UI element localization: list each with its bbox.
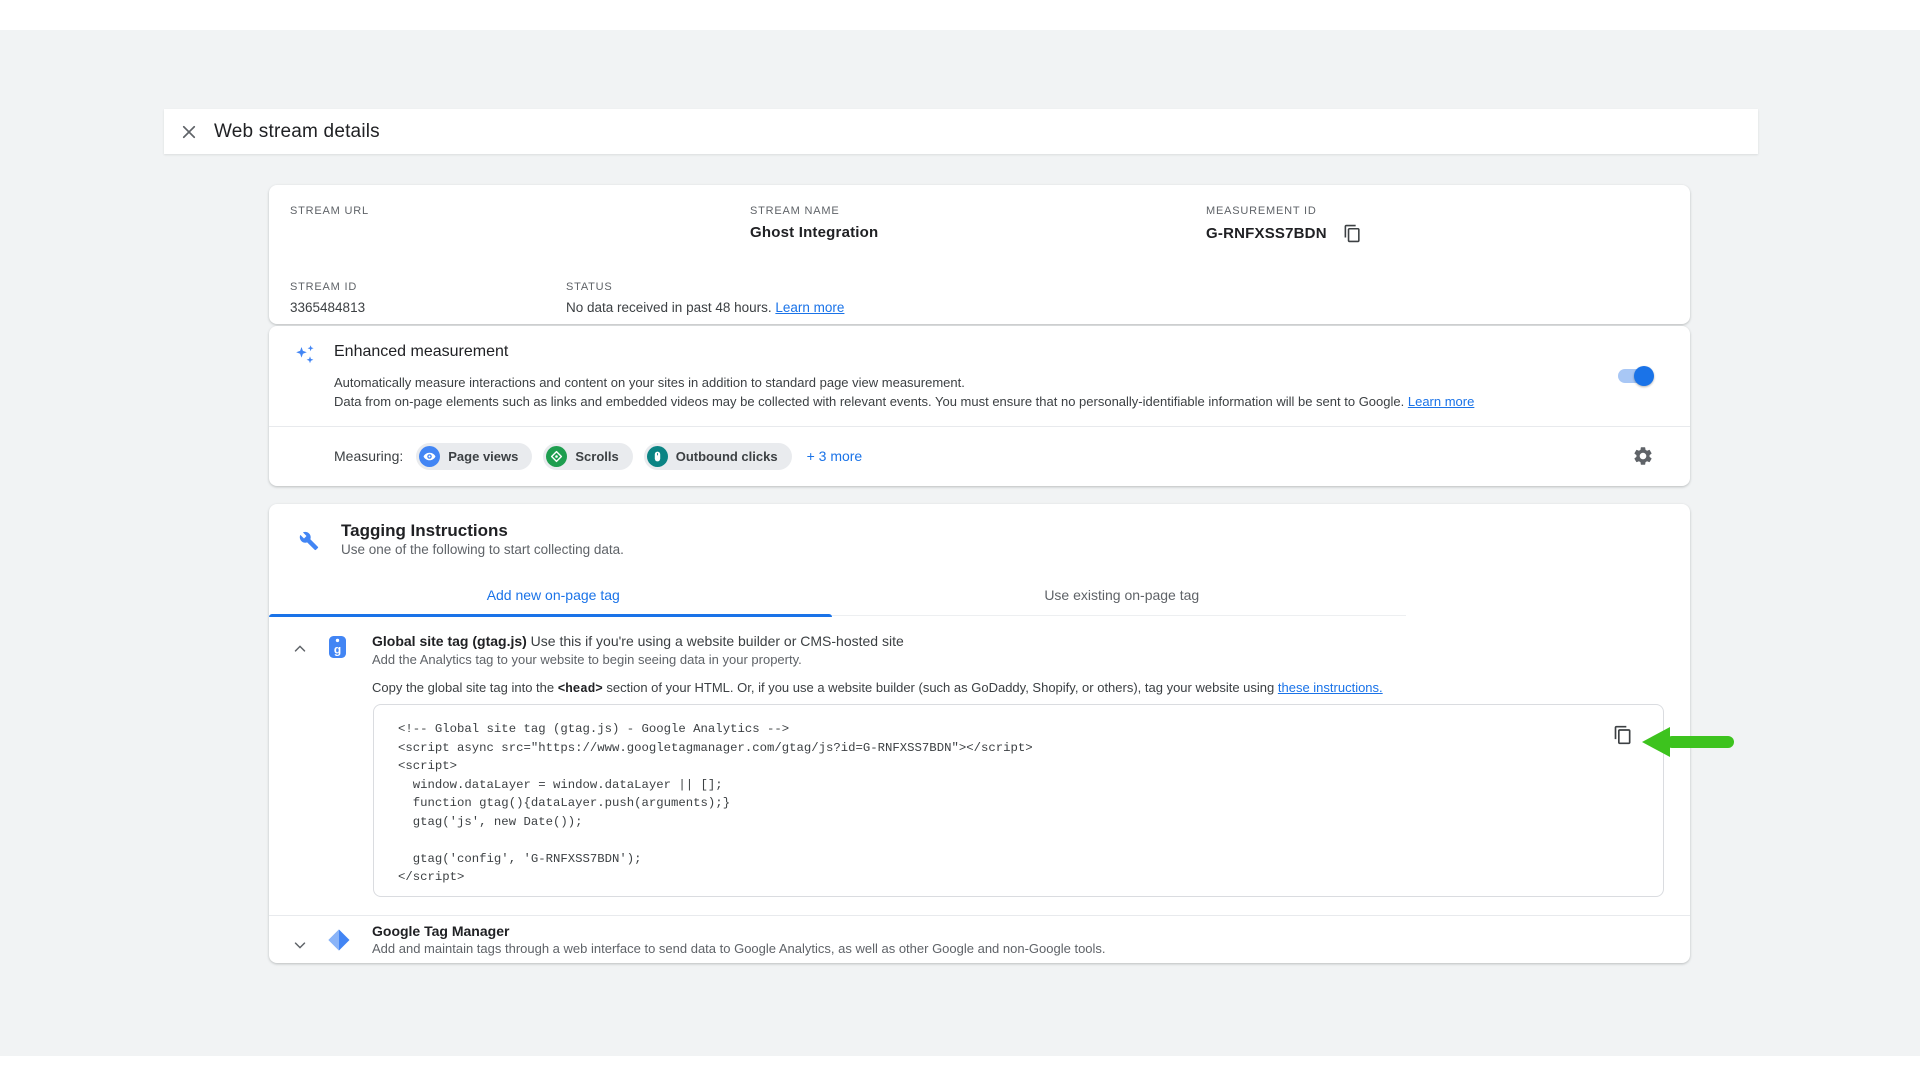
chip-scrolls: Scrolls [543, 443, 632, 470]
tab-use-existing-on-page-tag[interactable]: Use existing on-page tag [838, 574, 1407, 615]
page-title: Web stream details [214, 121, 380, 143]
measuring-row: Measuring: Page views Scrolls [334, 426, 862, 486]
stream-name-value: Ghost Integration [750, 224, 878, 241]
instruction-mid: section of your HTML. Or, if you use a w… [603, 680, 1278, 695]
tab-add-new-on-page-tag[interactable]: Add new on-page tag [269, 574, 838, 615]
toggle-knob [1634, 366, 1654, 386]
chip-label: Page views [448, 449, 518, 464]
scroll-icon [546, 446, 567, 467]
chevron-down-icon [291, 936, 309, 954]
gtag-title-bold: Global site tag (gtag.js) [372, 633, 527, 649]
stream-id-field: STREAM ID 3365484813 [290, 281, 365, 315]
these-instructions-link[interactable]: these instructions. [1278, 680, 1383, 695]
gtag-icon: g [327, 635, 348, 660]
gtag-title-rest: Use this if you're using a website build… [527, 633, 904, 649]
status-field: STATUS No data received in past 48 hours… [566, 281, 844, 315]
head-tag-token: <head> [558, 682, 603, 696]
more-events-link[interactable]: + 3 more [807, 448, 863, 464]
enhanced-measurement-card: Enhanced measurement Automatically measu… [269, 326, 1690, 486]
mouse-icon [647, 446, 668, 467]
bottom-white-strip [0, 1056, 1920, 1080]
stream-url-field: STREAM URL [290, 205, 369, 224]
top-white-strip [0, 0, 1920, 30]
panel-header: Web stream details [164, 109, 1758, 154]
gear-icon [1632, 445, 1654, 467]
gtag-section-description: Add the Analytics tag to your website to… [372, 652, 802, 667]
measurement-id-label: MEASUREMENT ID [1206, 205, 1362, 217]
tagging-instructions-subtitle: Use one of the following to start collec… [341, 542, 624, 557]
measuring-settings-button[interactable] [1632, 445, 1654, 467]
measurement-id-field: MEASUREMENT ID G-RNFXSS7BDN [1206, 205, 1362, 243]
chip-label: Scrolls [575, 449, 618, 464]
tagging-instructions-card: Tagging Instructions Use one of the foll… [269, 504, 1690, 963]
gtag-instruction: Copy the global site tag into the <head>… [372, 680, 1383, 696]
gtm-title: Google Tag Manager [372, 923, 509, 939]
gtag-code: <!-- Global site tag (gtag.js) - Google … [374, 705, 1663, 902]
close-button[interactable] [172, 115, 206, 149]
chip-page-views: Page views [416, 443, 532, 470]
gtm-section-title: Google Tag Manager [372, 923, 509, 939]
enhanced-desc-line2: Data from on-page elements such as links… [334, 394, 1404, 409]
enhanced-measurement-description: Automatically measure interactions and c… [334, 373, 1570, 411]
gtm-section-description: Add and maintain tags through a web inte… [372, 941, 1106, 956]
enhanced-desc-line1: Automatically measure interactions and c… [334, 375, 965, 390]
eye-icon [419, 446, 440, 467]
measurement-id-value: G-RNFXSS7BDN [1206, 225, 1327, 242]
enhanced-learn-more-link[interactable]: Learn more [1408, 394, 1474, 409]
copy-icon [1343, 224, 1362, 243]
copy-measurement-id-button[interactable] [1343, 224, 1362, 243]
copy-icon [1613, 725, 1633, 745]
stream-details-card: STREAM URL STREAM NAME Ghost Integration… [269, 185, 1690, 324]
chip-outbound-clicks: Outbound clicks [644, 443, 792, 470]
google-tag-manager-icon [327, 928, 351, 952]
gtag-code-block: <!-- Global site tag (gtag.js) - Google … [373, 704, 1664, 897]
copy-code-button[interactable] [1613, 725, 1633, 745]
expand-gtm-button[interactable] [291, 936, 309, 954]
active-tab-underline [269, 614, 832, 617]
measuring-label: Measuring: [334, 448, 403, 464]
annotation-arrow [1642, 725, 1736, 759]
instruction-pre: Copy the global site tag into the [372, 680, 558, 695]
stream-url-label: STREAM URL [290, 205, 369, 217]
sparkle-icon [293, 343, 317, 367]
stream-name-field: STREAM NAME Ghost Integration [750, 205, 878, 241]
chevron-up-icon [291, 640, 309, 658]
card-divider [269, 915, 1690, 916]
stream-name-label: STREAM NAME [750, 205, 878, 217]
page-background: Web stream details STREAM URL STREAM NAM… [0, 0, 1920, 1080]
close-icon [180, 123, 198, 141]
status-learn-more-link[interactable]: Learn more [775, 300, 844, 315]
collapse-gtag-button[interactable] [291, 640, 309, 658]
status-label: STATUS [566, 281, 844, 293]
enhanced-measurement-toggle[interactable] [1616, 366, 1654, 386]
chip-label: Outbound clicks [676, 449, 778, 464]
gtag-section-title: Global site tag (gtag.js) Use this if yo… [372, 633, 904, 649]
wrench-icon [299, 531, 319, 551]
stream-id-value: 3365484813 [290, 300, 365, 315]
tag-method-tabs: Add new on-page tag Use existing on-page… [269, 574, 1406, 616]
stream-id-label: STREAM ID [290, 281, 365, 293]
enhanced-measurement-title: Enhanced measurement [334, 343, 508, 361]
svg-text:g: g [334, 643, 341, 657]
status-value: No data received in past 48 hours. [566, 300, 772, 315]
tagging-instructions-title: Tagging Instructions [341, 521, 508, 541]
